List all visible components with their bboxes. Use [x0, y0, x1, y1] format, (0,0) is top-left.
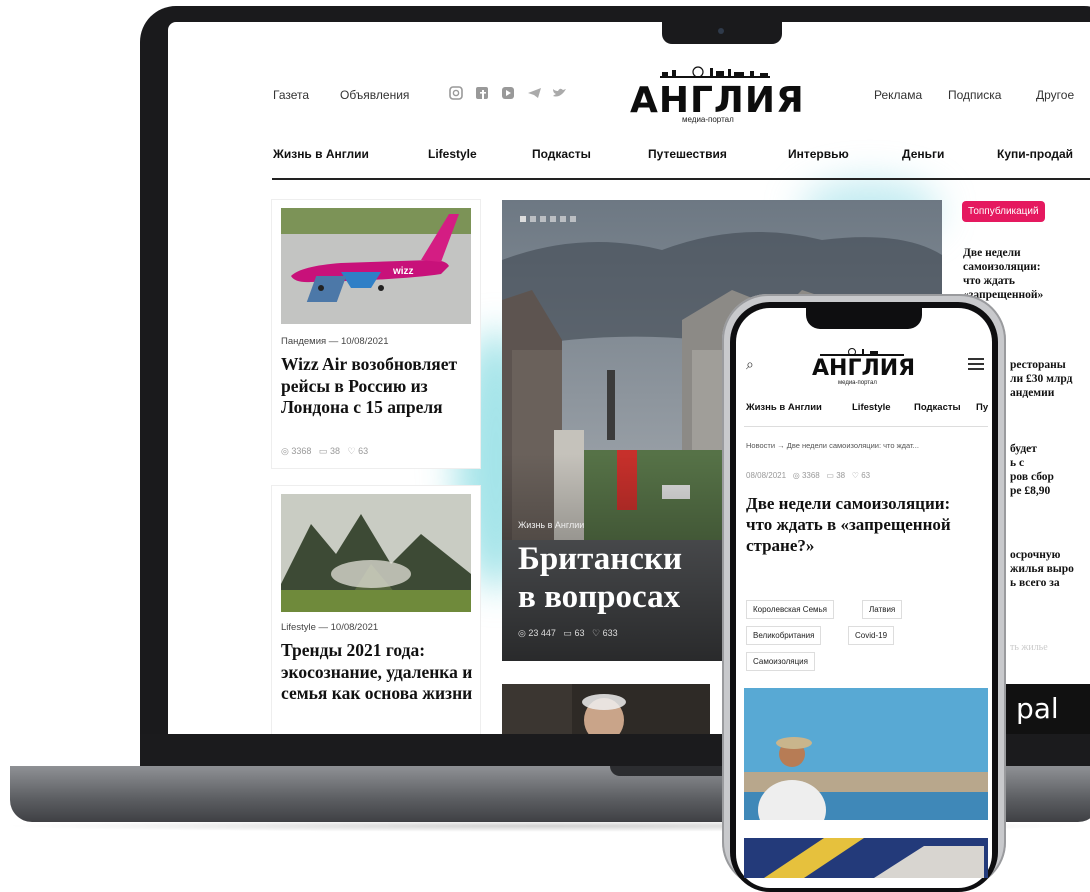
telegram-icon[interactable] [528, 88, 541, 98]
phone-logo-subtitle: медиа-портал [838, 380, 877, 386]
comments-count: 38 [329, 446, 340, 456]
heart-icon: ♡ [591, 628, 601, 638]
sidebar-article-3[interactable]: будет ь с ров сбор ре £8,90 [1010, 442, 1054, 498]
card-title[interactable]: Wizz Air возобновляет рейсы в Россию из … [281, 354, 476, 419]
phone-nav-life[interactable]: Жизнь в Англии [746, 402, 822, 413]
mountain-image [281, 494, 471, 612]
header-link-gazeta[interactable]: Газета [273, 88, 309, 102]
phone-nav-lifestyle[interactable]: Lifestyle [852, 402, 891, 413]
tag-royal-family[interactable]: Королевская Семья [746, 600, 835, 619]
card-title[interactable]: Тренды 2021 года: экосознание, удаленка … [281, 640, 476, 705]
svg-text:wizz: wizz [392, 266, 414, 277]
phone-nav-more[interactable]: Пу [976, 402, 988, 413]
nav-lifestyle[interactable]: Lifestyle [428, 147, 477, 161]
phone-nav-divider [744, 426, 988, 427]
likes-count: 633 [602, 628, 618, 638]
comments-count: 38 [836, 471, 846, 480]
likes-count: 63 [861, 471, 871, 480]
comment-icon: ▭ [563, 628, 572, 638]
views-count: 3368 [291, 446, 312, 456]
nav-podcasts[interactable]: Подкасты [532, 147, 591, 161]
header-link-advertising[interactable]: Реклама [874, 88, 922, 102]
views-count: 3368 [801, 471, 820, 480]
facebook-icon[interactable] [476, 87, 488, 99]
nav-divider [272, 178, 1090, 180]
breadcrumb-home[interactable]: Новости [746, 441, 775, 450]
views-count: 23 447 [528, 628, 556, 638]
instagram-icon[interactable] [449, 86, 463, 100]
card-stats: ◎ 3368 ▭ 38 ♡ 63 [281, 446, 368, 457]
likes-count: 63 [358, 446, 369, 456]
social-icons [449, 86, 566, 100]
nav-life-in-england[interactable]: Жизнь в Англии [273, 147, 369, 161]
article-card-trends[interactable]: Lifestyle — 10/08/2021 Тренды 2021 года:… [272, 486, 480, 736]
header-link-ads[interactable]: Объявления [340, 88, 409, 102]
twitter-icon[interactable] [553, 88, 566, 97]
sidebar-article-4[interactable]: осрочную жилья выро ь всего за [1010, 548, 1074, 590]
hero-category: Жизнь в Англии [518, 520, 585, 530]
breadcrumb-arrow: → [777, 441, 785, 450]
search-icon[interactable]: ⌕ [746, 356, 754, 373]
eye-icon: ◎ [281, 446, 289, 456]
ad-banner[interactable]: pal [1004, 684, 1090, 734]
tag-self-isolation[interactable]: Самоизоляция [746, 652, 815, 671]
article-date: 08/08/2021 [746, 471, 787, 480]
phone-nav-podcasts[interactable]: Подкасты [914, 402, 961, 413]
phone-article-image [744, 688, 988, 820]
comment-icon: ▭ [318, 446, 328, 456]
phone-logo[interactable]: АНГЛИЯ [812, 356, 915, 381]
nav-interviews[interactable]: Интервью [788, 147, 849, 161]
eye-icon: ◎ [792, 471, 800, 480]
tag-latvia[interactable]: Латвия [862, 600, 903, 619]
nav-buy-sell[interactable]: Купи-продай [997, 147, 1073, 161]
heart-icon: ♡ [851, 471, 859, 480]
breadcrumb: Новости → Две недели самоизоляции: что ж… [746, 441, 919, 450]
phone-article-meta: 08/08/2021 ◎ 3368 ▭ 38 ♡ 63 [746, 471, 870, 480]
ad-banner-text: pal [1016, 692, 1059, 725]
header-link-subscription[interactable]: Подписка [948, 88, 1001, 102]
youtube-icon[interactable] [502, 87, 514, 99]
menu-icon[interactable] [968, 358, 984, 370]
airplane-image: wizz [281, 208, 471, 324]
top-publications-badge[interactable]: Топпубликаций [962, 201, 1045, 222]
phone-article-title: Две недели самоизоляции: что ждать в «за… [746, 494, 951, 555]
heart-icon: ♡ [347, 446, 356, 456]
card-meta: Пандемия — 10/08/2021 [281, 336, 389, 347]
logo-subtitle: медиа-портал [682, 115, 734, 124]
hero-title-line1[interactable]: Британски [518, 540, 682, 578]
card-meta: Lifestyle — 10/08/2021 [281, 622, 379, 633]
sidebar-faded-text: ть жилье [1010, 642, 1048, 653]
hero-title-line2[interactable]: в вопросах [518, 578, 680, 616]
eye-icon: ◎ [518, 628, 526, 638]
tag-covid[interactable]: Covid-19 [848, 626, 895, 645]
hero-stats: ◎ 23 447 ▭ 63 ♡ 633 [518, 628, 618, 639]
comments-count: 63 [574, 628, 585, 638]
phone-notch [806, 307, 922, 329]
tag-great-britain[interactable]: Великобритания [746, 626, 822, 645]
header-link-other[interactable]: Другое [1036, 88, 1074, 102]
breadcrumb-current: Две недели самоизоляции: что ждат... [786, 441, 919, 450]
article-card-wizz[interactable]: wizz Пандемия — 10/08/2021 Wizz Air возо… [272, 200, 480, 468]
comment-icon: ▭ [826, 471, 834, 480]
laptop-camera-notch [662, 22, 782, 44]
nav-travel[interactable]: Путешествия [648, 147, 727, 161]
nav-money[interactable]: Деньги [902, 147, 944, 161]
phone-next-image [744, 838, 988, 878]
sidebar-article-2[interactable]: рестораны ли £30 млрд андемии [1010, 358, 1072, 400]
portrait-image [502, 684, 710, 734]
